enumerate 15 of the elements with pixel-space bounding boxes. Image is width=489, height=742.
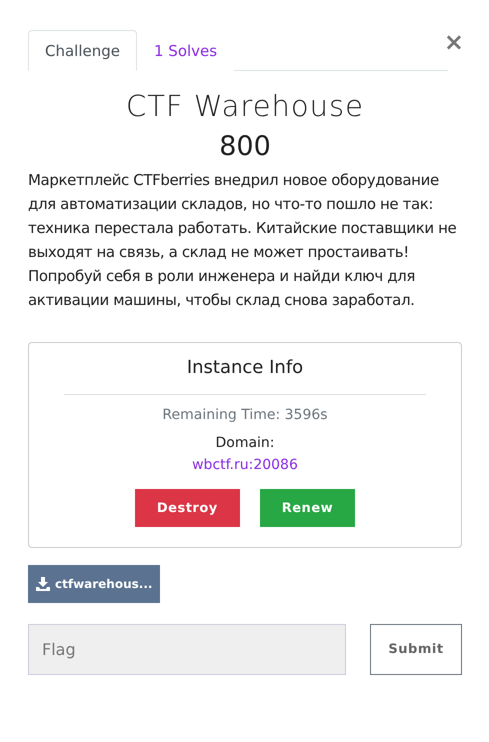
close-button[interactable]: ×: [444, 30, 464, 54]
domain-link[interactable]: wbctf.ru:20086: [192, 457, 298, 473]
destroy-button[interactable]: Destroy: [134, 489, 240, 527]
challenge-points: 800: [218, 131, 272, 162]
renew-button[interactable]: Renew: [260, 489, 356, 527]
domain-label: Domain:: [215, 435, 275, 451]
challenge-title: CTF Warehouse: [124, 89, 366, 123]
card-title: Instance Info: [186, 357, 304, 378]
tab[interactable]: Challenge: [28, 30, 137, 71]
download-button[interactable]: ctfwarehous...: [28, 565, 160, 603]
submit-button[interactable]: Submit: [370, 624, 462, 675]
flag-input[interactable]: Flag: [28, 624, 346, 675]
remaining-time: Remaining Time: 3596s: [162, 407, 328, 423]
challenge-description: Маркетплейс CTFberries внедрил новое оборудование для автоматизации складов, но что-то пошло не так: техника перестала работать. Китайские поставщики не выходят на связь, а склад не может простаивать! Попробуй себя в роли инженера и найди ключ для активации машины, чтобы склад снова заработал.: [28, 170, 458, 311]
download-icon: [36, 577, 50, 591]
